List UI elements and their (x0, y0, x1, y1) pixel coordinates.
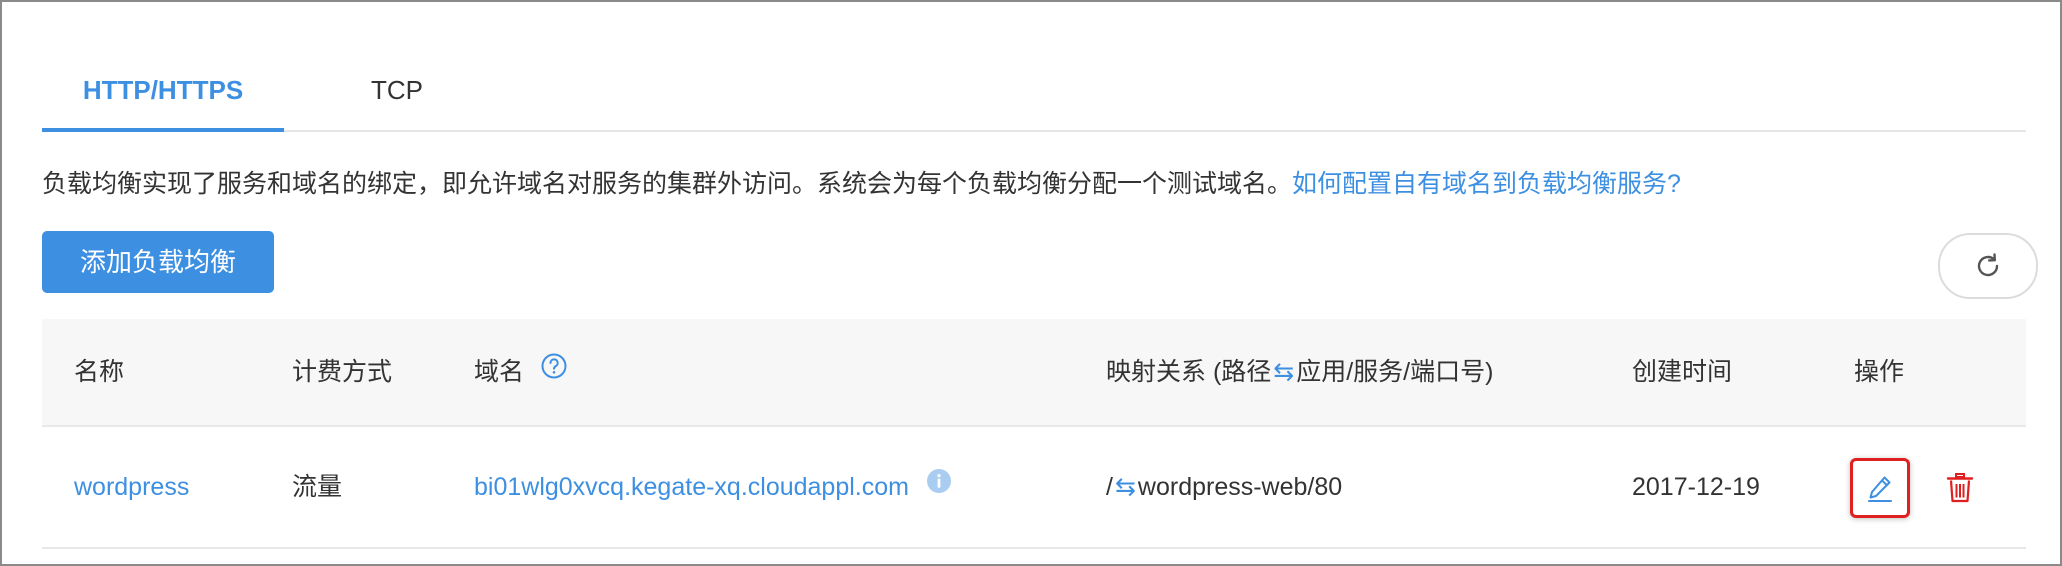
tab-http-https-label: HTTP/HTTPS (82, 75, 244, 105)
active-tab-indicator (42, 128, 284, 132)
header-mapping-prefix: 映射关系 (路径 (1106, 358, 1272, 386)
header-mapping: 映射关系 (路径⇆应用/服务/端口号) (1106, 319, 1493, 425)
row-mapping: /⇆wordpress-web/80 (1106, 427, 1342, 547)
help-link[interactable]: 如何配置自有域名到负载均衡服务? (1292, 170, 1681, 198)
description-text: 负载均衡实现了服务和域名的绑定，即允许域名对服务的集群外访问。系统会为每个负载均… (42, 170, 1293, 198)
header-created: 创建时间 (1632, 358, 1733, 386)
tab-tcp[interactable]: TCP (342, 57, 452, 130)
refresh-button[interactable] (1938, 233, 2038, 299)
table-header: 名称 计费方式 域名 映射关系 (路径⇆应用/服务/端口号) 创建时间 操作 (42, 319, 2026, 427)
info-circle-icon[interactable] (926, 426, 952, 546)
pencil-icon (1868, 476, 1892, 502)
header-mapping-suffix: 应用/服务/端口号) (1296, 358, 1494, 386)
swap-arrows-icon: ⇆ (1273, 358, 1295, 386)
row-name-link[interactable]: wordpress (74, 427, 189, 547)
header-domain-label: 域名 (474, 358, 525, 386)
row-domain-link[interactable]: bi01wlg0xvcq.kegate-xq.cloudappl.com (474, 473, 909, 501)
table-row: wordpress 流量 bi01wlg0xvcq.kegate-xq.clou… (42, 427, 2026, 549)
row-domain: bi01wlg0xvcq.kegate-xq.cloudappl.com (474, 427, 952, 547)
refresh-icon (1977, 253, 1999, 277)
tab-http-https[interactable]: HTTP/HTTPS (42, 57, 284, 132)
description: 负载均衡实现了服务和域名的绑定，即允许域名对服务的集群外访问。系统会为每个负载均… (42, 164, 1681, 204)
tab-tcp-label: TCP (371, 75, 423, 105)
header-billing: 计费方式 (292, 358, 393, 386)
load-balancer-table: 名称 计费方式 域名 映射关系 (路径⇆应用/服务/端口号) 创建时间 操作 w… (42, 319, 2026, 549)
header-name: 名称 (74, 358, 125, 386)
trash-icon (1946, 473, 1974, 503)
help-circle-icon[interactable] (541, 318, 567, 424)
app-frame: HTTP/HTTPS TCP 负载均衡实现了服务和域名的绑定，即允许域名对服务的… (0, 0, 2062, 566)
delete-button[interactable] (1942, 470, 1978, 506)
add-load-balancer-button[interactable]: 添加负载均衡 (42, 231, 274, 293)
row-billing: 流量 (292, 473, 343, 501)
swap-arrows-icon: ⇆ (1114, 473, 1136, 501)
row-created: 2017-12-19 (1632, 473, 1760, 501)
row-mapping-path: / (1106, 473, 1113, 501)
tab-bar: HTTP/HTTPS TCP (42, 57, 2026, 132)
edit-button[interactable] (1850, 458, 1910, 518)
header-domain: 域名 (474, 319, 567, 425)
row-mapping-target: wordpress-web/80 (1137, 473, 1343, 501)
header-actions: 操作 (1854, 358, 1905, 386)
